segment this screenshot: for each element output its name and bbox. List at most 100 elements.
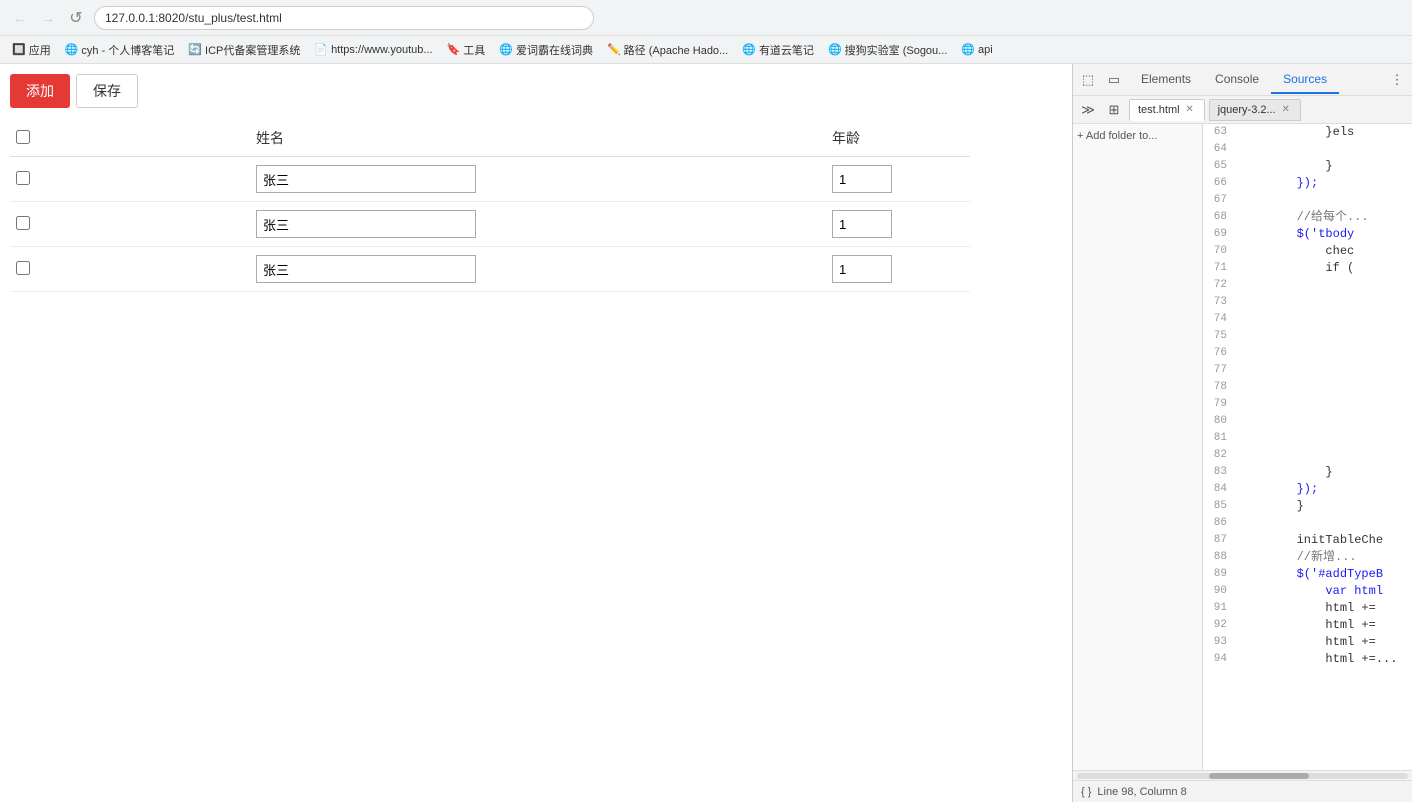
file-tab-test-html-label: test.html (1138, 104, 1180, 116)
bookmark-aidic[interactable]: 🌐 爱词霸在线词典 (495, 40, 597, 60)
bookmark-youdao-label: 有道云笔记 (759, 42, 814, 58)
age-input-1[interactable] (832, 210, 892, 238)
code-line: 68 //给每个... (1203, 209, 1412, 226)
bookmark-tools[interactable]: 🔖 工具 (443, 40, 490, 60)
name-input-1[interactable] (256, 210, 476, 238)
code-line: 84 }); (1203, 481, 1412, 498)
line-content: } (1235, 464, 1412, 481)
file-tab-jquery[interactable]: jquery-3.2... ✕ (1209, 99, 1301, 121)
line-number: 63 (1203, 124, 1235, 141)
row-checkbox-1[interactable] (16, 216, 30, 230)
age-input-2[interactable] (832, 255, 892, 283)
devtools-expand-btn[interactable]: ≫ (1077, 99, 1099, 121)
tab-sources[interactable]: Sources (1271, 66, 1339, 94)
devtools-hscroll[interactable] (1073, 770, 1412, 780)
table-header-row: 姓名 年龄 (10, 120, 970, 157)
row-checkbox-cell (10, 157, 250, 202)
api-icon: 🌐 (961, 43, 975, 56)
file-tab-test-html-close[interactable]: ✕ (1184, 104, 1196, 116)
bookmark-path-label: 路径 (Apache Hado... (624, 42, 729, 58)
row-checkbox-cell (10, 202, 250, 247)
line-number: 74 (1203, 311, 1235, 328)
bookmark-api-label: api (978, 44, 993, 56)
bookmark-sogou[interactable]: 🌐 搜狗实验室 (Sogou... (824, 40, 951, 60)
cyh-icon: 🌐 (65, 43, 79, 56)
bookmark-youdao[interactable]: 🌐 有道云笔记 (738, 40, 818, 60)
address-bar[interactable] (94, 6, 594, 30)
row-name-cell (250, 202, 826, 247)
aidic-icon: 🌐 (499, 43, 513, 56)
tab-elements[interactable]: Elements (1129, 66, 1203, 94)
line-content: if ( (1235, 260, 1412, 277)
main-layout: 添加 保存 姓名 年龄 (0, 64, 1412, 802)
add-folder-bar[interactable]: + Add folder to... (1073, 124, 1203, 770)
row-age-cell (826, 157, 970, 202)
row-checkbox-0[interactable] (16, 171, 30, 185)
browser-bar: ← → ↺ (0, 0, 1412, 36)
toolbar: 添加 保存 (10, 74, 1062, 108)
line-content: //给每个... (1235, 209, 1412, 226)
bookmark-cyh[interactable]: 🌐 cyh - 个人博客笔记 (61, 40, 179, 60)
back-button[interactable]: ← (10, 8, 30, 28)
sogou-icon: 🌐 (828, 43, 842, 56)
select-all-checkbox[interactable] (16, 130, 30, 144)
line-content: initTableChe (1235, 532, 1412, 549)
line-number: 93 (1203, 634, 1235, 651)
file-tab-jquery-close[interactable]: ✕ (1280, 104, 1292, 116)
line-number: 94 (1203, 651, 1235, 668)
devtools-more-btn[interactable]: ⋮ (1386, 69, 1408, 91)
status-line-col: Line 98, Column 8 (1097, 786, 1186, 798)
code-line: 83 } (1203, 464, 1412, 481)
path-icon: ✏️ (607, 43, 621, 56)
line-content: $('#addTypeB (1235, 566, 1412, 583)
table-row (10, 202, 970, 247)
add-button[interactable]: 添加 (10, 74, 70, 108)
table-row (10, 247, 970, 292)
line-number: 69 (1203, 226, 1235, 243)
line-content: }); (1235, 175, 1412, 192)
row-checkbox-2[interactable] (16, 261, 30, 275)
code-line: 74 (1203, 311, 1412, 328)
devtools-inspect-btn[interactable]: ⬚ (1077, 69, 1099, 91)
header-checkbox-col (10, 120, 250, 157)
age-input-0[interactable] (832, 165, 892, 193)
line-number: 91 (1203, 600, 1235, 617)
devtools-device-btn[interactable]: ▭ (1103, 69, 1125, 91)
forward-button[interactable]: → (38, 8, 58, 28)
code-line: 77 (1203, 362, 1412, 379)
bookmark-apps[interactable]: 🔲 应用 (8, 40, 55, 60)
line-number: 68 (1203, 209, 1235, 226)
bookmark-api[interactable]: 🌐 api (957, 41, 996, 58)
bookmark-youtube[interactable]: 📄 https://www.youtub... (310, 41, 436, 58)
file-tab-jquery-label: jquery-3.2... (1218, 104, 1276, 116)
code-area[interactable]: + Add folder to... 63 }els6465 }66 });67… (1073, 124, 1412, 770)
line-number: 77 (1203, 362, 1235, 379)
devtools-layout-btn[interactable]: ⊞ (1103, 99, 1125, 121)
icp-icon: 🔄 (188, 43, 202, 56)
devtools-panel: ⬚ ▭ Elements Console Sources ⋮ ≫ ⊞ test.… (1072, 64, 1412, 802)
line-number: 67 (1203, 192, 1235, 209)
line-content: html +=... (1235, 651, 1412, 668)
line-content: chec (1235, 243, 1412, 260)
bookmark-icp[interactable]: 🔄 ICP代备案管理系统 (184, 40, 304, 60)
line-number: 73 (1203, 294, 1235, 311)
bookmarks-bar: 🔲 应用 🌐 cyh - 个人博客笔记 🔄 ICP代备案管理系统 📄 https… (0, 36, 1412, 64)
code-line: 87 initTableChe (1203, 532, 1412, 549)
line-number: 64 (1203, 141, 1235, 158)
name-input-2[interactable] (256, 255, 476, 283)
reload-button[interactable]: ↺ (66, 8, 86, 28)
line-content: $('tbody (1235, 226, 1412, 243)
code-editor[interactable]: 63 }els6465 }66 });6768 //给每个...69 $('tb… (1203, 124, 1412, 770)
bookmark-path[interactable]: ✏️ 路径 (Apache Hado... (603, 40, 732, 60)
line-number: 83 (1203, 464, 1235, 481)
line-content: }); (1235, 481, 1412, 498)
bookmark-tools-label: 工具 (463, 42, 485, 58)
status-braces-icon[interactable]: { } (1081, 786, 1091, 798)
tools-icon: 🔖 (447, 43, 461, 56)
name-input-0[interactable] (256, 165, 476, 193)
save-button[interactable]: 保存 (76, 74, 138, 108)
line-content: var html (1235, 583, 1412, 600)
file-tab-test-html[interactable]: test.html ✕ (1129, 99, 1205, 121)
table-row (10, 157, 970, 202)
tab-console[interactable]: Console (1203, 66, 1271, 94)
